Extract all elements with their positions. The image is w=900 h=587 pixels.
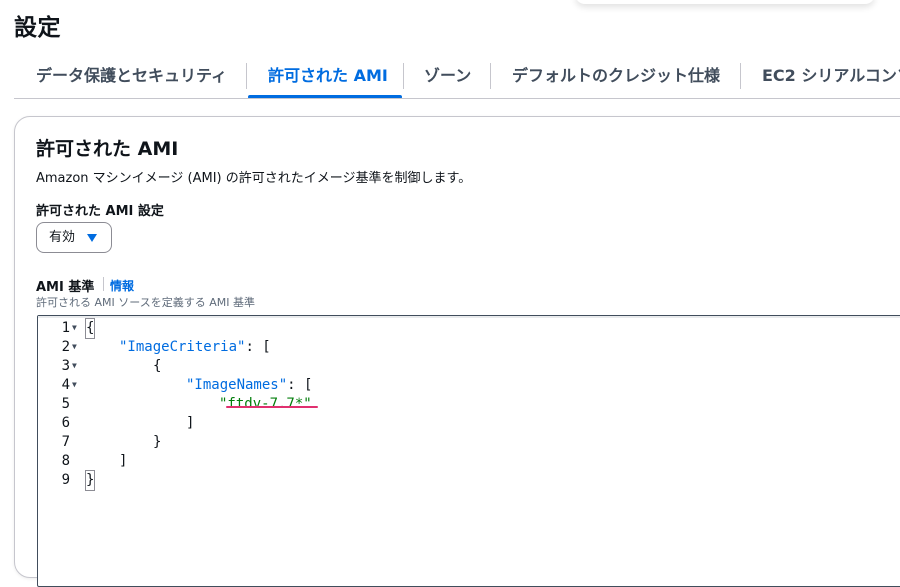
- allowed-ami-setting-label: 許可された AMI 設定: [36, 204, 164, 219]
- code-line: 3 ▼ {: [38, 357, 900, 376]
- line-number: 1: [61, 320, 70, 336]
- code-line: 8 ]: [38, 452, 900, 471]
- info-link[interactable]: 情報: [110, 277, 134, 294]
- json-code-editor[interactable]: 1 ▼ { 2 ▼ "ImageCriteria": [ 3 ▼ { 4 ▼ "…: [37, 315, 900, 587]
- fold-arrow-icon[interactable]: ▼: [72, 337, 77, 356]
- tab-ec2-serial-console[interactable]: EC2 シリアルコンソ: [762, 55, 900, 97]
- line-number: 4: [61, 377, 70, 393]
- code-text: ]: [186, 415, 195, 431]
- line-number: 2: [61, 339, 70, 355]
- tab-default-credit[interactable]: デフォルトのクレジット仕様: [512, 55, 720, 97]
- code-line: 5 "ftdv-7.7*": [38, 395, 900, 414]
- allowed-ami-setting-select[interactable]: 有効: [36, 222, 112, 253]
- json-string-value: "ftdv-7.7*": [219, 396, 312, 412]
- tab-bar-border: [14, 98, 900, 99]
- fold-arrow-icon[interactable]: ▼: [72, 356, 77, 375]
- code-text: {: [153, 358, 162, 374]
- code-text: {: [84, 318, 96, 339]
- line-number: 9: [61, 472, 70, 488]
- line-number: 8: [61, 453, 70, 469]
- tab-zones[interactable]: ゾーン: [424, 55, 471, 97]
- fold-arrow-icon[interactable]: ▼: [72, 318, 77, 337]
- editor-top-border: [38, 316, 900, 318]
- json-punctuation: : [: [245, 339, 271, 355]
- code-text: }: [153, 434, 162, 450]
- line-number: 6: [61, 415, 70, 431]
- tab-divider: [740, 63, 741, 89]
- allowed-ami-setting-value: 有効: [49, 230, 76, 245]
- page-title: 設定: [14, 15, 61, 41]
- top-popover-edge: [575, 0, 875, 4]
- tab-bar: データ保護とセキュリティ 許可された AMI ゾーン デフォルトのクレジット仕様…: [14, 55, 900, 99]
- json-key: "ImageCriteria": [119, 339, 246, 355]
- tab-divider: [246, 63, 247, 89]
- code-line: 4 ▼ "ImageNames": [: [38, 376, 900, 395]
- line-number: 7: [61, 434, 70, 450]
- tab-allowed-ami[interactable]: 許可された AMI: [268, 55, 388, 97]
- caret-down-icon: [87, 234, 97, 242]
- panel-title: 許可された AMI: [36, 138, 179, 160]
- json-punctuation: : [: [287, 377, 313, 393]
- fold-arrow-icon[interactable]: ▼: [72, 375, 77, 394]
- code-line: 7 }: [38, 433, 900, 452]
- line-number: 3: [61, 358, 70, 374]
- json-key: "ImageNames": [186, 377, 288, 393]
- ami-criteria-description: 許可される AMI ソースを定義する AMI 基準: [36, 296, 255, 309]
- code-line: 1 ▼ {: [38, 318, 900, 339]
- tab-divider: [490, 63, 491, 89]
- line-number: 5: [61, 396, 70, 412]
- code-text: }: [84, 470, 96, 491]
- ami-criteria-label: AMI 基準: [36, 280, 95, 295]
- tab-divider: [403, 63, 404, 89]
- code-line: 2 ▼ "ImageCriteria": [: [38, 338, 900, 357]
- code-text: ]: [119, 453, 128, 469]
- code-line: 6 ]: [38, 414, 900, 433]
- code-line: 9 }: [38, 470, 900, 491]
- code-text: "ImageCriteria": [: [119, 338, 271, 357]
- code-text: "ImageNames": [: [186, 376, 312, 395]
- panel-description: Amazon マシンイメージ (AMI) の許可されたイメージ基準を制御します。: [36, 171, 472, 186]
- highlight-underline: [226, 406, 318, 408]
- allowed-ami-panel: 許可された AMI Amazon マシンイメージ (AMI) の許可されたイメー…: [14, 116, 900, 587]
- info-divider: [103, 277, 104, 291]
- tab-data-protection[interactable]: データ保護とセキュリティ: [36, 55, 227, 97]
